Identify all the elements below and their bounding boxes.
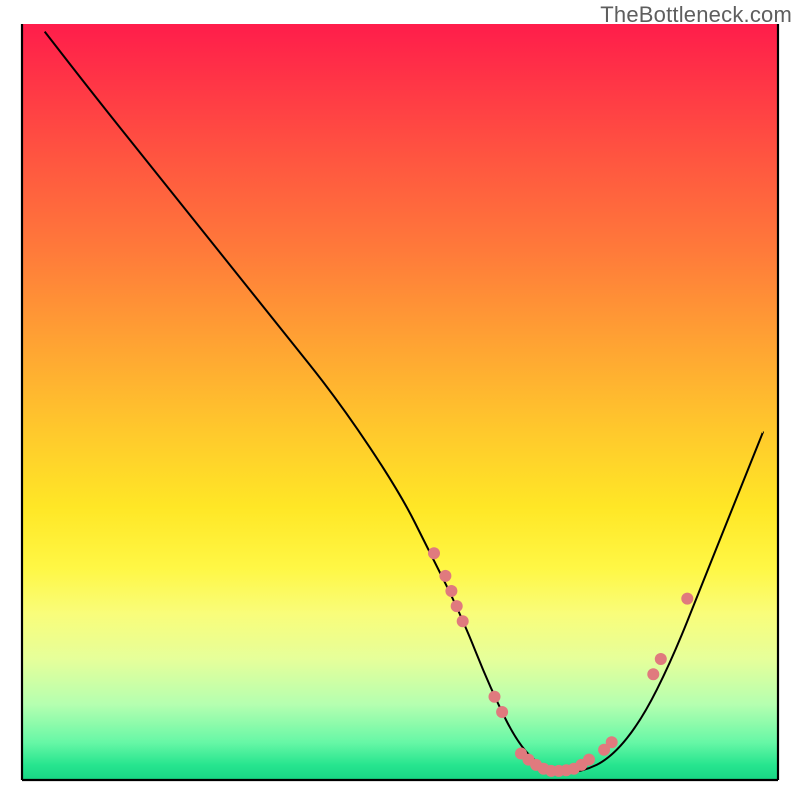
data-marker (647, 668, 659, 680)
data-marker (445, 585, 457, 597)
bottleneck-curve-line (45, 32, 763, 773)
data-marker (681, 593, 693, 605)
chart-frame: TheBottleneck.com (0, 0, 800, 800)
data-marker (439, 570, 451, 582)
data-marker (583, 754, 595, 766)
data-marker (606, 736, 618, 748)
data-marker (428, 547, 440, 559)
data-marker (496, 706, 508, 718)
axes-group (22, 24, 778, 780)
watermark-label: TheBottleneck.com (600, 2, 792, 28)
data-marker (451, 600, 463, 612)
markers-group (428, 547, 693, 777)
data-marker (489, 691, 501, 703)
data-marker (457, 615, 469, 627)
data-marker (655, 653, 667, 665)
chart-overlay-svg (0, 0, 800, 800)
